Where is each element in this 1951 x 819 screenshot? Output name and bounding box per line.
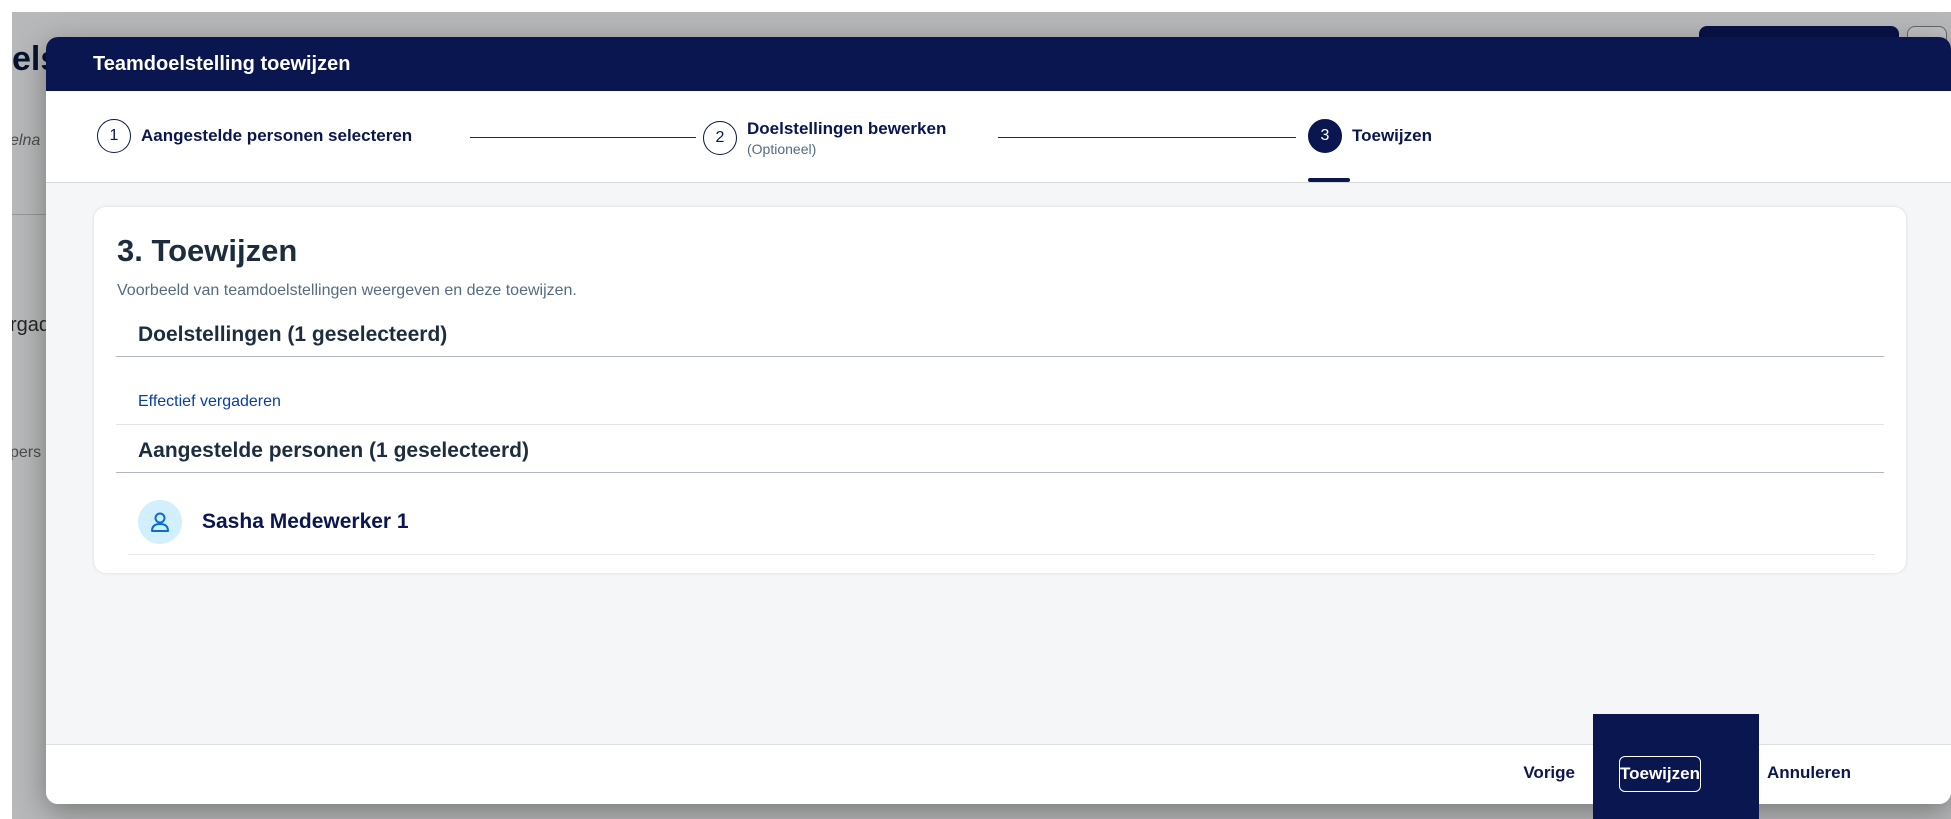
active-step-indicator [1308, 178, 1350, 182]
previous-button[interactable]: Vorige [1523, 763, 1575, 783]
step-2-label: Doelstellingen bewerken [747, 119, 947, 138]
content-title: 3. Toewijzen [117, 233, 298, 268]
list-item: Sasha Medewerker 1 [128, 489, 1875, 555]
step-2-number: 2 [703, 121, 737, 155]
persons-header-label: Aangestelde personen (1 geselecteerd) [138, 439, 529, 462]
step-3-label: Toewijzen [1352, 126, 1432, 145]
list-item: Effectief vergaderen [116, 379, 1884, 425]
step-connector-2 [998, 137, 1296, 138]
content-description: Voorbeeld van teamdoelstellingen weergev… [117, 282, 577, 299]
step-connector-1 [470, 137, 696, 138]
step-3-number: 3 [1308, 119, 1342, 153]
step-1-label: Aangestelde personen selecteren [141, 126, 413, 145]
step-2[interactable]: 2 Doelstellingen bewerken (Optioneel) [703, 119, 946, 157]
assign-team-goal-dialog: Teamdoelstelling toewijzen 1 Aangestelde… [46, 37, 1951, 804]
step-2-sublabel: (Optioneel) [747, 141, 817, 157]
persons-section-header: Aangestelde personen (1 geselecteerd) [116, 439, 1884, 473]
goals-header-label: Doelstellingen (1 geselecteerd) [138, 323, 448, 346]
cancel-button[interactable]: Annuleren [1767, 763, 1851, 783]
step-1[interactable]: 1 Aangestelde personen selecteren [97, 119, 412, 153]
assign-button[interactable]: Toewijzen [1619, 756, 1701, 792]
review-card: 3. Toewijzen Voorbeeld van teamdoelstell… [94, 207, 1906, 573]
wizard-stepper: 1 Aangestelde personen selecteren 2 Doel… [46, 91, 1951, 183]
dialog-title: Teamdoelstelling toewijzen [93, 52, 351, 75]
goals-section-header: Doelstellingen (1 geselecteerd) [116, 323, 1884, 357]
person-name: Sasha Medewerker 1 [202, 509, 409, 533]
avatar [138, 499, 182, 544]
person-icon [151, 512, 169, 532]
goal-link[interactable]: Effectief vergaderen [138, 393, 281, 411]
step-1-number: 1 [97, 119, 131, 153]
dialog-header: Teamdoelstelling toewijzen [46, 37, 1951, 91]
step-3[interactable]: 3 Toewijzen [1308, 119, 1432, 153]
